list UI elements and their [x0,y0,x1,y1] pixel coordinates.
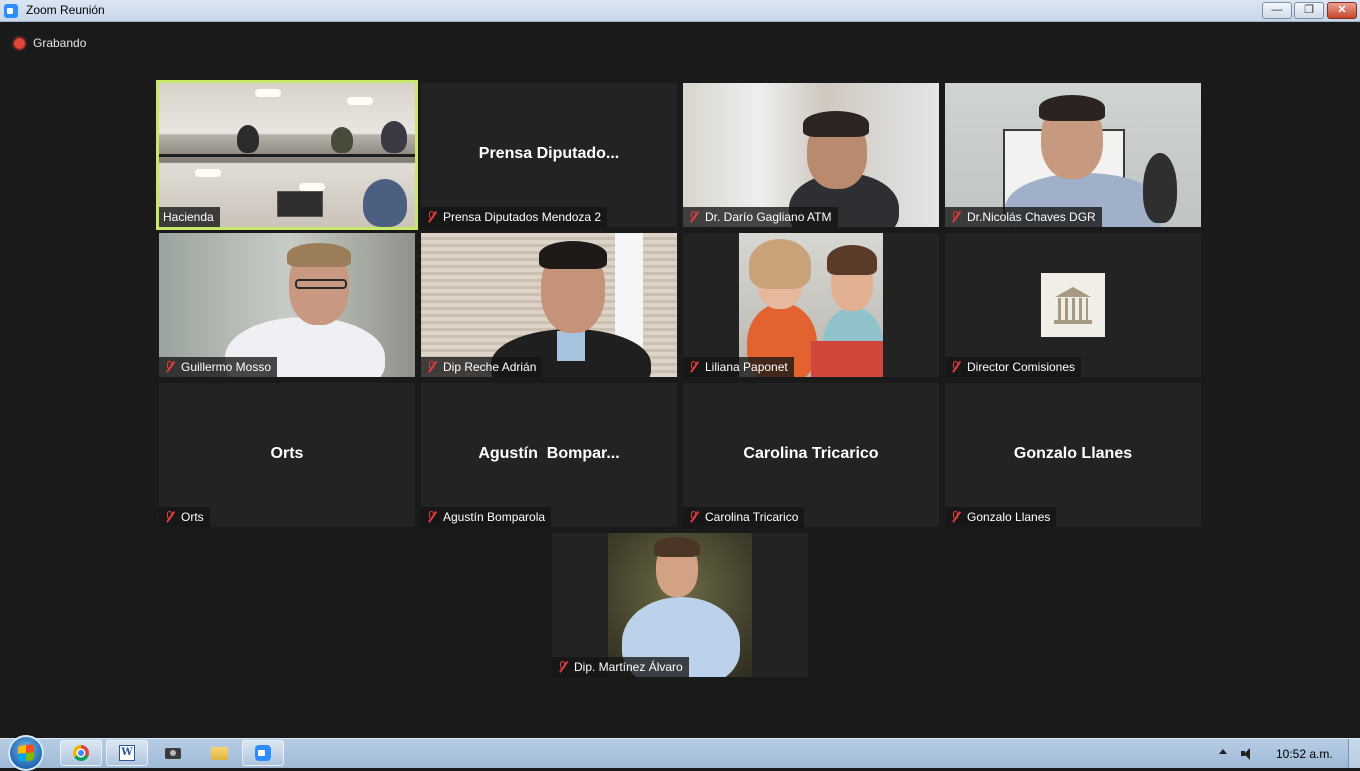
participant-name-label: Liliana Paponet [683,357,794,377]
participant-tile-bomparola[interactable]: Agustín Bompar... Agustín Bomparola [421,383,677,527]
minimize-button[interactable]: — [1262,2,1292,19]
participant-name-label: Orts [159,507,210,527]
participant-name-label: Dip Reche Adrián [421,357,543,377]
participant-tile-tricarico[interactable]: Carolina Tricarico Carolina Tricarico [683,383,939,527]
participant-name-label: Director Comisiones [945,357,1082,377]
word-icon: W [119,745,135,761]
muted-mic-icon [687,360,701,374]
recording-indicator[interactable]: Grabando [14,36,86,50]
video-feed [683,83,939,227]
taskbar-camera-button[interactable] [152,740,194,766]
legislature-logo [1041,273,1105,337]
participant-name-label: Gonzalo Llanes [945,507,1057,527]
participant-display-name: Prensa Diputado... [478,145,620,162]
participant-name-label: Carolina Tricarico [683,507,805,527]
muted-mic-icon [425,210,439,224]
participant-tile-reche[interactable]: Dip Reche Adrián [421,233,677,377]
participant-tile-gagliano[interactable]: Dr. Darío Gagliano ATM [683,83,939,227]
muted-mic-icon [163,360,177,374]
participant-display-name: Carolina Tricarico [743,445,879,462]
camera-icon [165,747,181,759]
taskbar-word-button[interactable]: W [106,740,148,766]
folder-icon [210,746,228,760]
participant-tile-prensa-diputados[interactable]: Prensa Diputado... Prensa Diputados Mend… [421,83,677,227]
maximize-button[interactable]: ❐ [1294,2,1324,19]
participant-tile-martinez-alvaro[interactable]: Dip. Martínez Álvaro [552,533,808,677]
video-feed [608,533,752,677]
building-icon [1053,285,1093,325]
participant-tile-llanes[interactable]: Gonzalo Llanes Gonzalo Llanes [945,383,1201,527]
show-hidden-icons-icon[interactable] [1219,749,1227,754]
participant-name-label: Guillermo Mosso [159,357,278,377]
participant-tile-hacienda[interactable]: Hacienda [156,80,418,230]
participant-display-name: Agustín Bompar... [478,445,620,462]
muted-mic-icon [949,210,963,224]
recording-label: Grabando [33,36,87,50]
muted-mic-icon [556,660,570,674]
muted-mic-icon [687,510,701,524]
zoom-app-icon [4,4,18,18]
window-title: Zoom Reunión [26,3,105,17]
muted-mic-icon [949,360,963,374]
record-dot-icon [14,37,25,49]
muted-mic-icon [949,510,963,524]
participant-tile-paponet[interactable]: Liliana Paponet [683,233,939,377]
taskbar-folder-button[interactable] [198,740,240,766]
video-feed [159,233,415,377]
participant-name-label: Dr. Darío Gagliano ATM [683,207,838,227]
zoom-icon [255,745,271,761]
participant-tile-chaves[interactable]: Dr.Nicolás Chaves DGR [945,83,1201,227]
show-desktop-button[interactable] [1348,739,1360,768]
participant-name-label: Dr.Nicolás Chaves DGR [945,207,1102,227]
participant-display-name: Orts [270,445,304,462]
video-feed [945,83,1201,227]
muted-mic-icon [163,510,177,524]
participant-tile-orts[interactable]: Orts Orts [159,383,415,527]
taskbar-clock[interactable]: 10:52 a.m. [1276,747,1333,761]
muted-mic-icon [425,510,439,524]
taskbar-zoom-button[interactable] [242,740,284,766]
participant-name-label: Hacienda [159,207,220,227]
participant-tile-mosso[interactable]: Guillermo Mosso [159,233,415,377]
volume-icon[interactable] [1241,747,1255,760]
participant-tile-director-comisiones[interactable]: Director Comisiones [945,233,1201,377]
participant-display-name: Gonzalo Llanes [1013,445,1133,462]
participant-name-label: Dip. Martínez Álvaro [552,657,689,677]
participant-name-label: Prensa Diputados Mendoza 2 [421,207,608,227]
window-titlebar: Zoom Reunión — ❐ ✕ [0,0,1360,22]
muted-mic-icon [687,210,701,224]
close-button[interactable]: ✕ [1327,2,1357,19]
chrome-icon [73,745,89,761]
windows-taskbar: W 10:52 a.m. [0,735,1360,771]
taskbar-chrome-button[interactable] [60,740,102,766]
video-feed [739,233,883,377]
video-feed [159,83,415,227]
participant-name-label: Agustín Bomparola [421,507,552,527]
start-orb-icon[interactable] [8,735,44,771]
muted-mic-icon [425,360,439,374]
video-feed [421,233,677,377]
